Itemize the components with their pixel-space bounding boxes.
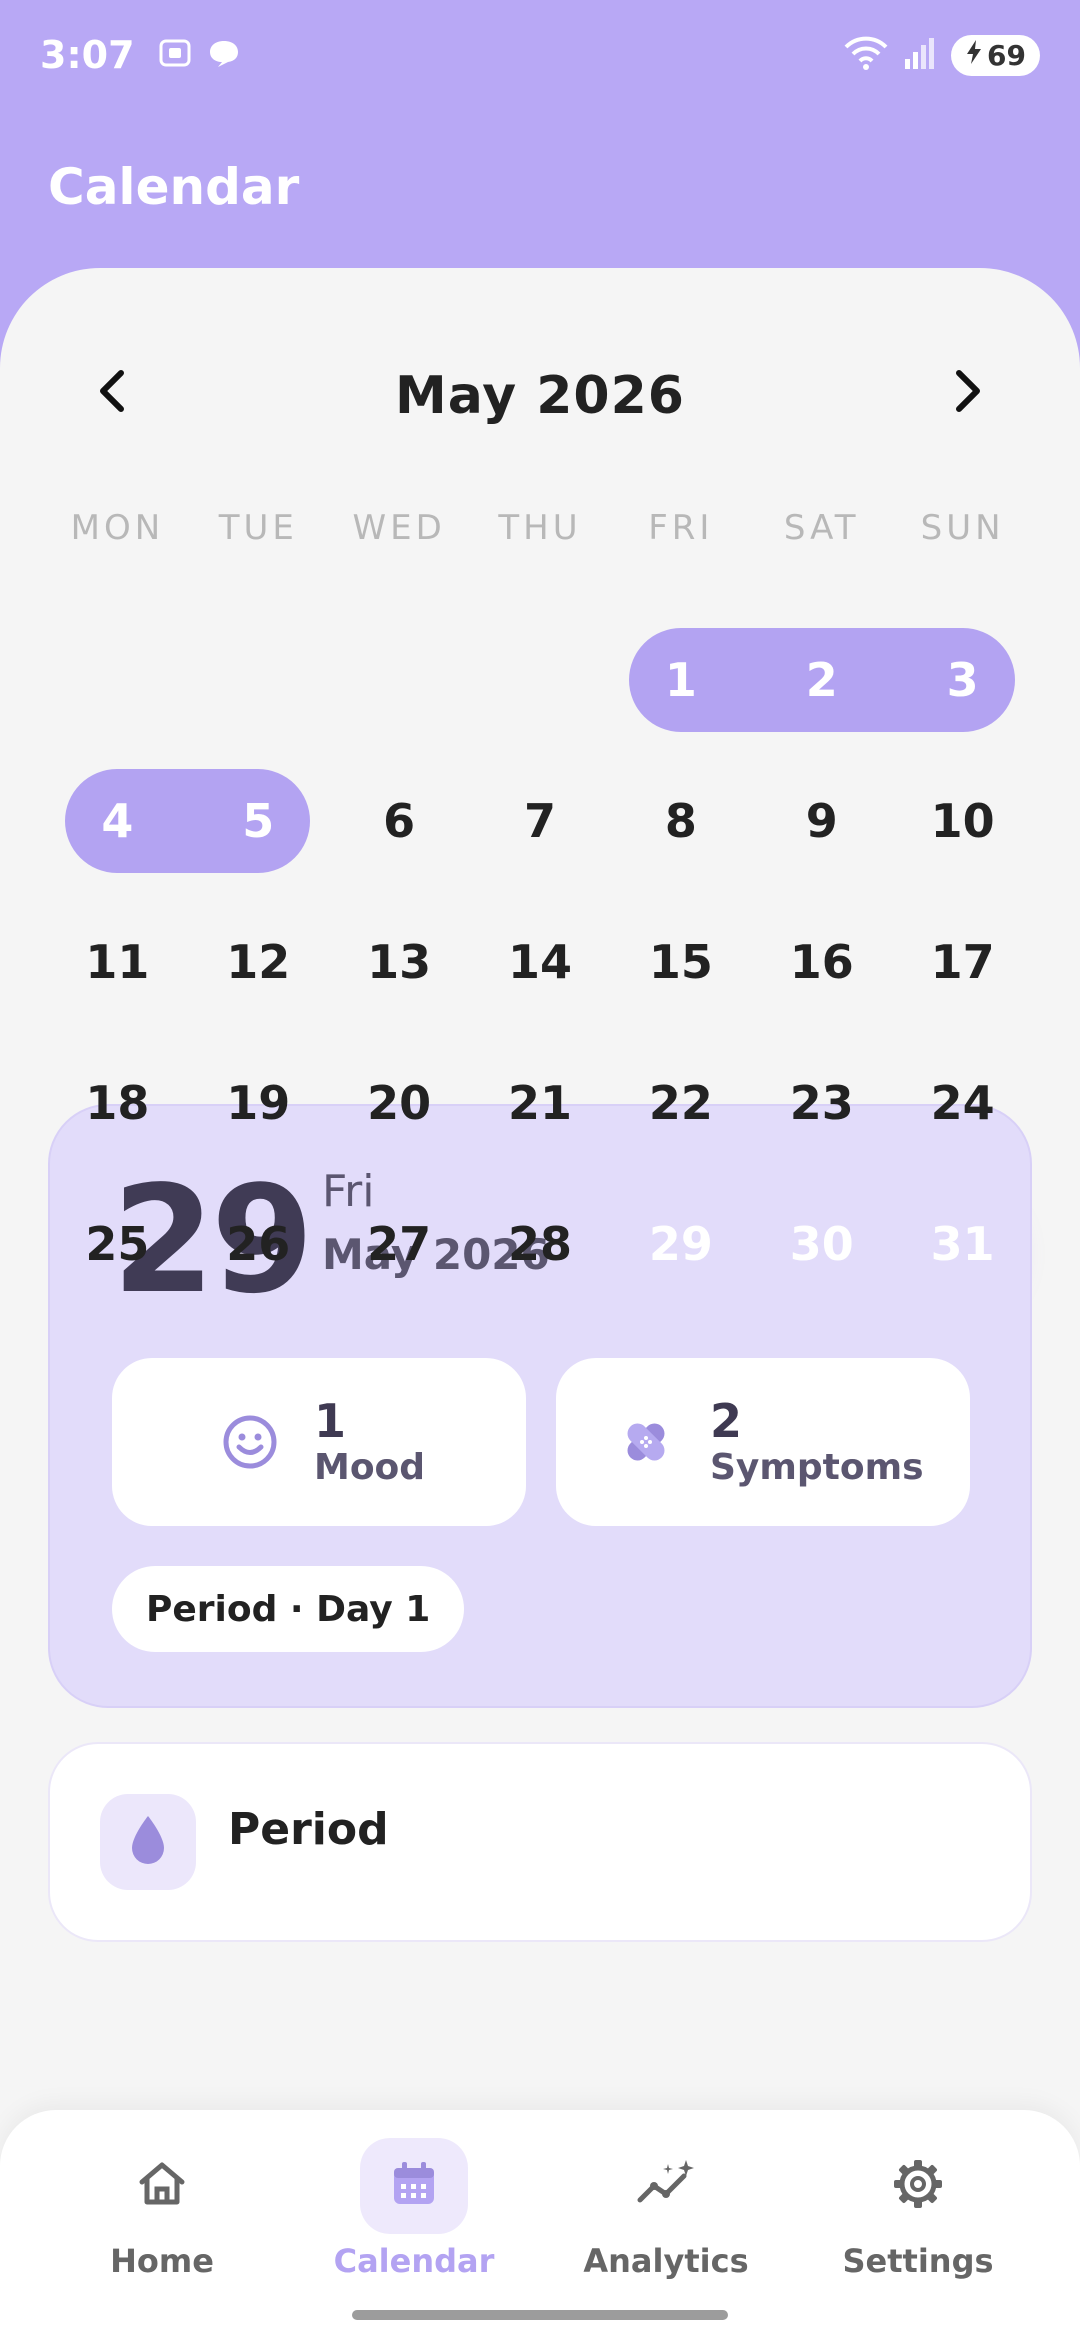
calendar-day[interactable]: 13 — [329, 910, 470, 1014]
calendar-day[interactable]: 28 — [470, 1192, 611, 1296]
calendar-day-empty — [329, 628, 470, 732]
calendar-day[interactable]: 9 — [751, 769, 892, 873]
calendar-day[interactable]: 7 — [470, 769, 611, 873]
calendar-day[interactable]: 18 — [47, 1051, 188, 1155]
calendar-day[interactable]: 22 — [610, 1051, 751, 1155]
calendar-day[interactable]: 11 — [47, 910, 188, 1014]
battery-indicator: 69 — [951, 34, 1040, 76]
symptoms-count: 2 — [710, 1394, 743, 1449]
mood-count: 1 — [314, 1394, 347, 1449]
symptoms-summary-text: 2 Symptoms — [710, 1396, 924, 1488]
nav-icon-container — [612, 2138, 720, 2234]
home-indicator[interactable] — [352, 2310, 728, 2320]
entry-icon-container — [100, 1794, 196, 1890]
status-right-icons: 69 — [843, 34, 1040, 76]
calendar-day[interactable]: 6 — [329, 769, 470, 873]
nav-calendar[interactable]: Calendar — [294, 2138, 534, 2288]
calendar-day[interactable]: 26 — [188, 1192, 329, 1296]
nav-icon-container — [864, 2138, 972, 2234]
calendar-week: 11 12 13 14 15 16 17 — [47, 910, 1033, 1051]
calendar-day-empty — [47, 628, 188, 732]
calendar-day-empty — [188, 628, 329, 732]
wifi-icon — [843, 35, 889, 75]
status-bar: 3:07 69 — [0, 0, 1080, 110]
mood-summary-text: 1 Mood — [314, 1396, 425, 1488]
weekday-label: THU — [498, 508, 582, 548]
mood-summary-button[interactable]: 1 Mood — [112, 1358, 526, 1526]
weekday-label: MON — [70, 508, 165, 548]
next-month-button[interactable] — [932, 358, 1002, 428]
nav-settings[interactable]: Settings — [798, 2138, 1038, 2288]
month-navigation: May 2026 — [0, 328, 1080, 448]
nav-home[interactable]: Home — [42, 2138, 282, 2288]
calendar-day[interactable]: 12 — [188, 910, 329, 1014]
nav-label: Calendar — [333, 2242, 495, 2280]
calendar-day[interactable]: 15 — [610, 910, 751, 1014]
calendar-day[interactable]: 3 — [892, 628, 1033, 732]
chat-bubble-icon — [207, 36, 241, 74]
calendar-day-empty — [470, 628, 611, 732]
calendar-day[interactable]: 5 — [188, 769, 329, 873]
calendar-day[interactable]: 1 — [610, 628, 751, 732]
weekday-header: MON TUE WED THU FRI SAT SUN — [47, 498, 1033, 558]
calendar-day[interactable]: 19 — [188, 1051, 329, 1155]
calendar-day[interactable]: 25 — [47, 1192, 188, 1296]
calendar-day[interactable]: 17 — [892, 910, 1033, 1014]
calendar-week: 1 2 3 — [47, 628, 1033, 769]
nav-icon-container — [360, 2138, 468, 2234]
period-entry-card[interactable]: Period — [48, 1742, 1032, 1942]
period-day-chip[interactable]: Period · Day 1 — [112, 1566, 465, 1652]
bottom-navigation: Home Calendar Analytics Settings — [0, 2110, 1080, 2340]
calendar-day[interactable]: 23 — [751, 1051, 892, 1155]
calendar-day[interactable]: 31 — [892, 1192, 1033, 1296]
weekday-label: SUN — [920, 508, 1005, 548]
calendar-day[interactable]: 27 — [329, 1192, 470, 1296]
smiley-icon — [220, 1412, 280, 1472]
bandage-icon — [616, 1412, 676, 1472]
nav-icon-container — [108, 2138, 216, 2234]
nav-label: Settings — [842, 2242, 994, 2280]
calendar-icon — [386, 2156, 442, 2216]
calendar-week: 4 5 6 7 8 9 10 — [47, 769, 1033, 910]
calendar-day[interactable]: 16 — [751, 910, 892, 1014]
status-time: 3:07 — [40, 33, 135, 77]
droplet-icon — [126, 1812, 170, 1872]
analytics-icon — [634, 2156, 698, 2216]
home-icon — [134, 2156, 190, 2216]
symptoms-summary-button[interactable]: 2 Symptoms — [556, 1358, 970, 1526]
calendar-day[interactable]: 24 — [892, 1051, 1033, 1155]
nav-label: Home — [110, 2242, 214, 2280]
weekday-label: TUE — [218, 508, 298, 548]
battery-level: 69 — [987, 38, 1026, 72]
calendar-day[interactable]: 14 — [470, 910, 611, 1014]
entry-label: Period — [228, 1804, 389, 1855]
nav-label: Analytics — [583, 2242, 749, 2280]
month-title: May 2026 — [395, 366, 685, 426]
calendar-day[interactable]: 8 — [610, 769, 751, 873]
calendar-day[interactable]: 21 — [470, 1051, 611, 1155]
calendar-day-selected[interactable]: 29 — [610, 1192, 751, 1296]
calendar-day[interactable]: 2 — [751, 628, 892, 732]
page-title: Calendar — [48, 158, 300, 216]
mood-label: Mood — [314, 1446, 426, 1488]
weekday-label: SAT — [783, 508, 860, 548]
status-notification-icons — [157, 35, 241, 75]
battery-icon — [965, 39, 983, 72]
calendar-day[interactable]: 20 — [329, 1051, 470, 1155]
screenshot-icon — [157, 35, 193, 75]
weekday-label: WED — [352, 508, 446, 548]
chevron-right-icon — [947, 369, 987, 417]
weekday-label: FRI — [648, 508, 714, 548]
gear-icon — [890, 2156, 946, 2216]
signal-icon — [903, 35, 937, 75]
calendar-day[interactable]: 4 — [47, 769, 188, 873]
symptoms-label: Symptoms — [710, 1446, 924, 1488]
calendar-day[interactable]: 10 — [892, 769, 1033, 873]
nav-analytics[interactable]: Analytics — [546, 2138, 786, 2288]
calendar-day[interactable]: 30 — [751, 1192, 892, 1296]
calendar-grid: 1 2 3 4 5 6 7 8 9 10 11 12 13 14 15 16 1… — [47, 628, 1033, 1333]
